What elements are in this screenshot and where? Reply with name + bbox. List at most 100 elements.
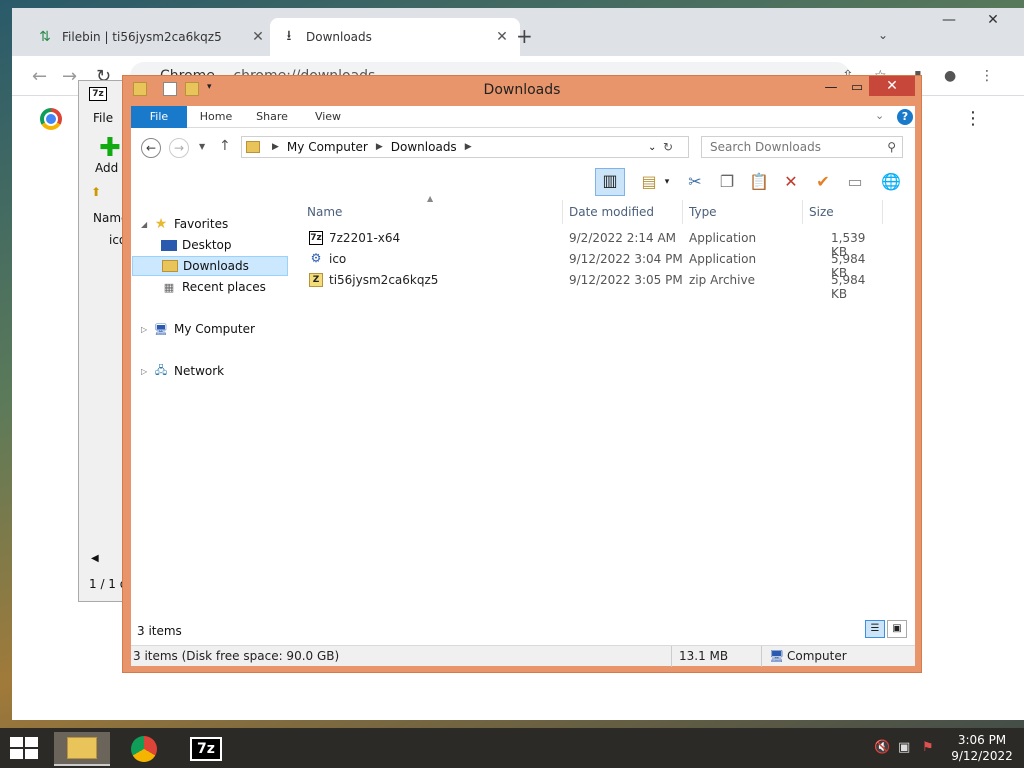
close-tab-icon[interactable]: ✕ bbox=[250, 29, 266, 45]
address-dropdown-icon[interactable]: ⌄ bbox=[648, 142, 656, 153]
nav-desktop[interactable]: Desktop bbox=[161, 235, 232, 255]
breadcrumb-my-computer[interactable]: My Computer bbox=[287, 140, 368, 154]
forward-arrow-icon[interactable]: → bbox=[169, 138, 189, 158]
file-explorer-icon bbox=[67, 737, 97, 759]
clock-time: 3:06 PM bbox=[957, 733, 1007, 747]
expand-arrow-icon[interactable]: ▷ bbox=[141, 367, 151, 376]
dropdown-icon[interactable]: ▾ bbox=[661, 170, 673, 194]
column-date-modified[interactable]: Date modified bbox=[563, 200, 683, 224]
forward-arrow-icon[interactable]: → bbox=[62, 66, 77, 87]
tab-filebin[interactable]: ⇅ Filebin | ti56jysm2ca6kqz5 ✕ bbox=[26, 18, 276, 56]
maximize-icon[interactable]: ▭ bbox=[845, 78, 869, 98]
desktop-icon bbox=[161, 239, 177, 251]
action-center-icon[interactable]: ⚑ bbox=[922, 740, 934, 755]
profile-icon[interactable]: ● bbox=[944, 68, 956, 84]
refresh-icon[interactable]: ↻ bbox=[663, 140, 673, 154]
new-tab-button[interactable]: + bbox=[516, 24, 533, 48]
back-arrow-icon[interactable]: ← bbox=[32, 66, 47, 87]
restore-icon[interactable] bbox=[934, 12, 964, 28]
taskbar-7zip[interactable]: 7z bbox=[178, 732, 234, 766]
search-input[interactable]: Search Downloads ⚲ bbox=[701, 136, 903, 158]
app-icon: ⚙ bbox=[310, 251, 322, 265]
file-row[interactable]: Z ti56jysm2ca6kqz5 9/12/2022 3:05 PM zip… bbox=[301, 270, 881, 301]
rename-icon[interactable]: ▭ bbox=[843, 170, 867, 194]
nav-favorites[interactable]: ◢ ★ Favorites bbox=[141, 214, 228, 234]
recent-dropdown-icon[interactable]: ▼ bbox=[199, 142, 205, 151]
taskbar-chrome[interactable] bbox=[116, 732, 172, 766]
chevron-down-icon[interactable]: ⌄ bbox=[878, 28, 888, 42]
nav-recent-places[interactable]: ▦ Recent places bbox=[161, 277, 266, 297]
tab-home[interactable]: Home bbox=[193, 106, 239, 128]
volume-muted-icon[interactable]: 🔇 bbox=[874, 740, 890, 755]
breadcrumb-separator-icon[interactable]: ▶ bbox=[272, 142, 279, 152]
explorer-window: ▾ Downloads — ▭ ✕ File Home Share View ⌄… bbox=[122, 75, 922, 673]
nav-my-computer[interactable]: ▷ 🖥 My Computer bbox=[141, 319, 255, 339]
address-bar[interactable]: ▶ My Computer ▶ Downloads ▶ ⌄ bbox=[241, 136, 689, 158]
computer-icon: 🖥 bbox=[154, 322, 168, 336]
chrome-icon bbox=[131, 736, 157, 762]
close-icon[interactable]: ✕ bbox=[869, 76, 915, 96]
up-arrow-icon[interactable]: ↑ bbox=[219, 138, 231, 154]
file-name: ti56jysm2ca6kqz5 bbox=[329, 273, 439, 287]
more-options-icon[interactable]: ⋮ bbox=[964, 108, 982, 129]
clock[interactable]: 3:06 PM 9/12/2022 bbox=[948, 732, 1016, 764]
file-type: Application bbox=[689, 231, 757, 245]
checkmark-icon[interactable]: ✔ bbox=[811, 170, 835, 194]
taskbar-file-explorer[interactable] bbox=[54, 732, 110, 766]
item-count: 3 items bbox=[137, 624, 182, 638]
breadcrumb-separator-icon[interactable]: ▶ bbox=[376, 142, 383, 152]
column-name[interactable]: Name bbox=[301, 200, 563, 224]
file-row[interactable]: 7z 7z2201-x64 9/2/2022 2:14 AM Applicati… bbox=[301, 228, 881, 259]
network-status-icon[interactable]: ▣ bbox=[898, 740, 910, 755]
large-icons-view-icon[interactable]: ▣ bbox=[887, 620, 907, 638]
add-button[interactable]: Add bbox=[95, 161, 118, 175]
tab-share[interactable]: Share bbox=[249, 106, 295, 128]
close-icon[interactable]: ✕ bbox=[978, 12, 1008, 28]
up-folder-icon[interactable]: ⬆ bbox=[91, 185, 101, 199]
collapse-arrow-icon[interactable]: ◢ bbox=[141, 220, 151, 229]
preview-pane-icon[interactable]: ▥ bbox=[595, 168, 625, 196]
search-icon[interactable]: ⚲ bbox=[887, 137, 896, 157]
globe-icon[interactable]: 🌐 bbox=[879, 170, 903, 194]
computer-icon: 🖥 bbox=[769, 649, 785, 663]
title-bar[interactable]: ▾ Downloads — ▭ ✕ bbox=[123, 76, 921, 104]
zip-icon: Z bbox=[309, 273, 323, 287]
window-title: Downloads bbox=[483, 82, 561, 98]
scroll-left-icon[interactable]: ◀ bbox=[91, 553, 99, 564]
expand-arrow-icon[interactable]: ▷ bbox=[141, 325, 151, 334]
nav-downloads[interactable]: Downloads bbox=[132, 256, 288, 276]
nav-label: Downloads bbox=[183, 259, 249, 273]
chrome-tab-strip: ⇅ Filebin | ti56jysm2ca6kqz5 ✕ ⭳ Downloa… bbox=[12, 8, 1024, 56]
copy-icon[interactable]: ❐ bbox=[715, 170, 739, 194]
minimize-icon[interactable]: — bbox=[819, 78, 843, 98]
windows-start-icon[interactable] bbox=[10, 737, 38, 759]
tab-downloads[interactable]: ⭳ Downloads ✕ bbox=[270, 18, 520, 56]
menu-icon[interactable]: ⋮ bbox=[980, 68, 994, 84]
nav-network[interactable]: ▷ 🖧 Network bbox=[141, 361, 224, 381]
7zip-logo-icon: 7z bbox=[89, 87, 107, 101]
details-view-icon[interactable]: ☰ bbox=[865, 620, 885, 638]
divider bbox=[671, 646, 672, 667]
file-date: 9/12/2022 3:04 PM bbox=[569, 252, 683, 266]
back-arrow-icon[interactable]: ← bbox=[141, 138, 161, 158]
sort-arrow-icon: ▲ bbox=[427, 194, 434, 203]
taskbar: 7z 🔇 ▣ ⚑ 3:06 PM 9/12/2022 bbox=[0, 728, 1024, 768]
column-type[interactable]: Type bbox=[683, 200, 803, 224]
delete-icon[interactable]: ✕ bbox=[779, 170, 803, 194]
tab-view[interactable]: View bbox=[305, 106, 351, 128]
breadcrumb-downloads[interactable]: Downloads bbox=[391, 140, 457, 154]
file-row[interactable]: ⚙ ico 9/12/2022 3:04 PM Application 5,98… bbox=[301, 249, 881, 281]
status-bar: 3 items (Disk free space: 90.0 GB) 13.1 … bbox=[131, 645, 915, 667]
close-tab-icon[interactable]: ✕ bbox=[494, 29, 510, 45]
tab-file[interactable]: File bbox=[131, 106, 187, 128]
folder-options-icon[interactable]: ▤ bbox=[637, 170, 661, 194]
column-size[interactable]: Size bbox=[803, 200, 883, 224]
cut-icon[interactable]: ✂ bbox=[683, 170, 707, 194]
breadcrumb-separator-icon[interactable]: ▶ bbox=[465, 142, 472, 152]
menu-file[interactable]: File bbox=[93, 111, 113, 125]
chrome-logo-icon bbox=[40, 108, 62, 130]
help-icon[interactable]: ? bbox=[897, 109, 913, 125]
paste-icon[interactable]: 📋 bbox=[747, 170, 771, 194]
expand-ribbon-icon[interactable]: ⌄ bbox=[875, 109, 884, 122]
7z-icon: 7z bbox=[309, 231, 323, 245]
